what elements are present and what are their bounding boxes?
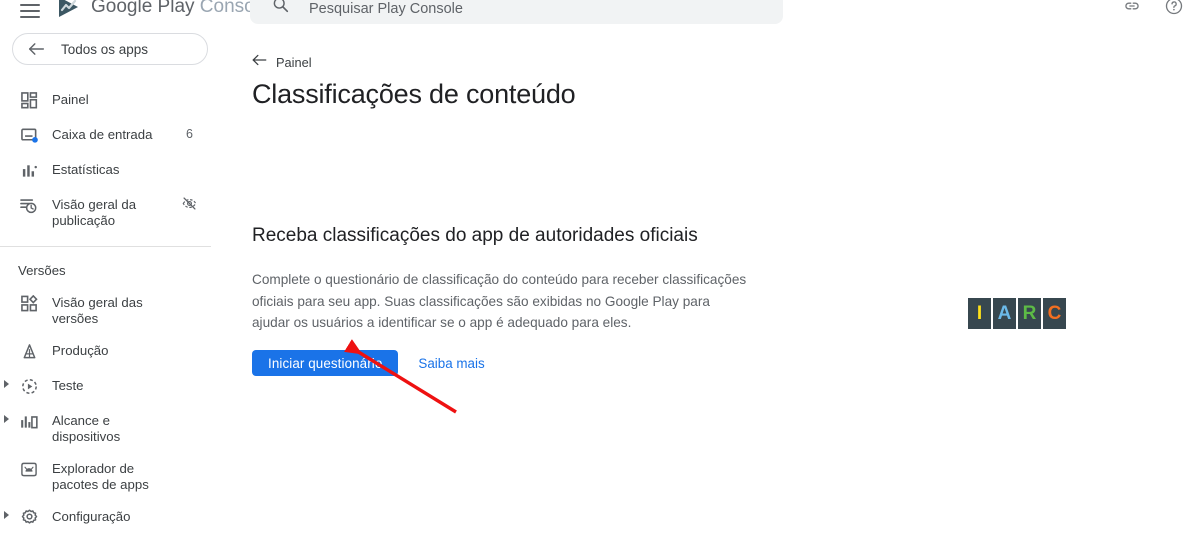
inbox-icon	[18, 125, 40, 146]
iarc-letter-c: C	[1043, 298, 1066, 329]
top-right-actions	[1122, 0, 1184, 21]
link-icon[interactable]	[1122, 0, 1142, 21]
releases-overview-icon	[18, 293, 40, 314]
arrow-left-icon	[252, 53, 267, 71]
testing-play-icon	[18, 376, 40, 397]
play-console-logo-icon	[59, 0, 78, 17]
iarc-letter-text: R	[1022, 302, 1037, 324]
sidebar-item-label: Alcance e dispositivos	[52, 413, 121, 444]
all-apps-label: Todos os apps	[61, 41, 149, 57]
iarc-letter-text: C	[1047, 302, 1062, 324]
search-icon	[272, 0, 289, 18]
sidebar-item-alcance-e-dispositivos[interactable]: Alcance e dispositivos	[0, 404, 211, 452]
sidebar-primary-nav: Painel Caixa de entrada 6 Estatísticas V…	[0, 83, 211, 236]
sidebar-item-explorador-de-pacotes-de-apps[interactable]: Explorador de pacotes de apps	[0, 452, 211, 500]
eye-off-icon[interactable]	[182, 196, 197, 216]
sidebar-item-label: Explorador de pacotes de apps	[52, 461, 149, 492]
sidebar-item-label: Configuração	[52, 509, 131, 524]
brand-text: Google Play Console	[91, 0, 270, 18]
inbox-badge-count: 6	[186, 127, 193, 141]
iarc-logo: I A R C	[968, 298, 1066, 329]
learn-more-link[interactable]: Saiba mais	[418, 356, 484, 371]
sidebar-item-visao-geral-das-versoes[interactable]: Visão geral das versões	[0, 286, 211, 334]
sidebar-item-label: Produção	[52, 343, 109, 358]
iarc-letter-text: A	[997, 302, 1012, 324]
sidebar-section-title-versoes: Versões	[18, 263, 66, 278]
search-placeholder: Pesquisar Play Console	[309, 1, 463, 17]
app-bundle-explorer-icon	[18, 459, 40, 480]
brand-text-primary: Google Play	[91, 0, 195, 17]
iarc-letter-i: I	[968, 298, 991, 329]
sidebar-item-label: Teste	[52, 378, 84, 393]
action-row: Iniciar questionário Saiba mais	[252, 350, 485, 376]
sidebar-item-caixa-de-entrada[interactable]: Caixa de entrada 6	[0, 118, 211, 153]
chevron-right-icon[interactable]	[4, 511, 9, 519]
iarc-letter-r: R	[1018, 298, 1041, 329]
all-apps-button[interactable]: Todos os apps	[12, 33, 208, 65]
breadcrumb-label: Painel	[276, 54, 312, 70]
sidebar-item-label: Caixa de entrada	[52, 127, 153, 142]
sidebar-item-producao[interactable]: Produção	[0, 334, 211, 369]
gear-icon	[18, 507, 40, 528]
sidebar-item-label: Visão geral das versões	[52, 295, 143, 326]
start-questionnaire-button[interactable]: Iniciar questionário	[252, 350, 399, 376]
section-heading: Receba classificações do app de autorida…	[252, 225, 698, 246]
sidebar-item-label: Painel	[52, 92, 89, 107]
iarc-letter-a: A	[993, 298, 1016, 329]
chevron-right-icon[interactable]	[4, 415, 9, 423]
search-input[interactable]: Pesquisar Play Console	[250, 0, 783, 24]
dashboard-icon	[18, 90, 40, 111]
sidebar-section-nav-versoes: Visão geral das versões Produção Teste A…	[0, 286, 211, 535]
top-bar: Google Play Console Pesquisar Play Conso…	[0, 0, 1194, 26]
reach-devices-icon	[18, 411, 40, 432]
sidebar-item-estatisticas[interactable]: Estatísticas	[0, 153, 211, 188]
section-body-text: Complete o questionário de classificação…	[252, 272, 747, 330]
publishing-overview-icon	[18, 195, 40, 216]
sidebar-item-label: Estatísticas	[52, 162, 120, 177]
chevron-right-icon[interactable]	[4, 380, 9, 388]
play-console-page: Google Play Console Pesquisar Play Conso…	[0, 0, 1194, 542]
sidebar: Todos os apps Painel Caixa de entrada 6 …	[0, 26, 211, 542]
sidebar-item-painel[interactable]: Painel	[0, 83, 211, 118]
sidebar-item-teste[interactable]: Teste	[0, 369, 211, 404]
iarc-letter-text: I	[976, 302, 983, 324]
main-content: Painel Classificações de conteúdo Receba…	[211, 26, 1194, 542]
brand[interactable]: Google Play Console	[56, 0, 270, 18]
page-title: Classificações de conteúdo	[252, 79, 576, 109]
sidebar-item-visao-geral-da-publicacao[interactable]: Visão geral da publicação	[0, 188, 211, 236]
bar-chart-icon	[18, 160, 40, 181]
production-rocket-icon	[18, 341, 40, 362]
sidebar-item-label: Visão geral da publicação	[52, 197, 137, 228]
sidebar-item-configuracao[interactable]: Configuração	[0, 500, 211, 535]
help-circle-icon[interactable]	[1164, 0, 1184, 21]
breadcrumb-back-link[interactable]: Painel	[252, 53, 312, 71]
hamburger-menu-icon[interactable]	[20, 0, 42, 22]
arrow-left-icon	[28, 42, 45, 56]
